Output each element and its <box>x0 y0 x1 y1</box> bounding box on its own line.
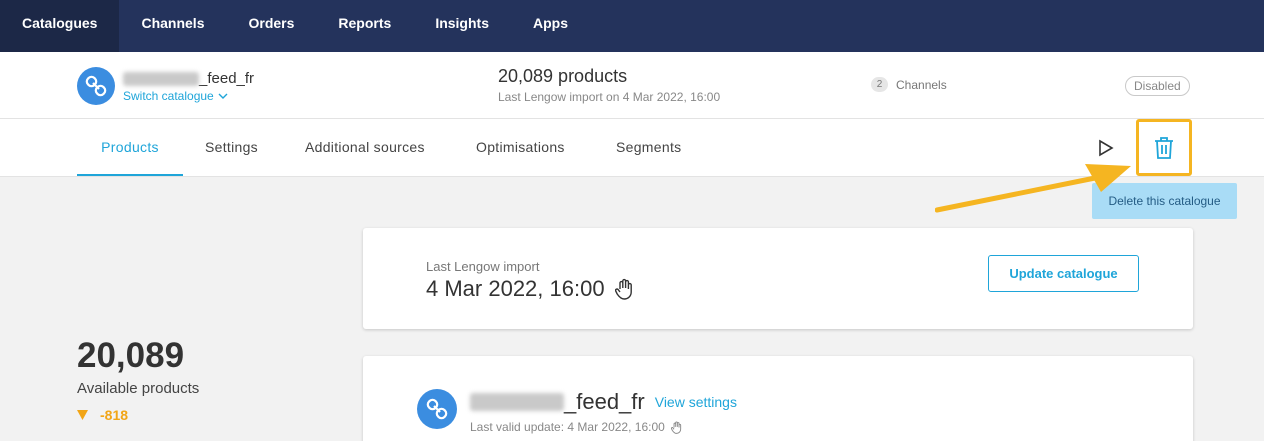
play-icon[interactable] <box>1096 138 1116 158</box>
redacted-merchant-name <box>123 71 199 86</box>
nav-catalogues[interactable]: Catalogues <box>0 0 120 52</box>
top-nav: Catalogues Channels Orders Reports Insig… <box>0 0 1264 52</box>
chevron-down-icon <box>218 93 228 99</box>
view-settings-link[interactable]: View settings <box>655 394 737 410</box>
channels-indicator[interactable]: 2 Channels <box>871 77 947 92</box>
available-count: 20,089 <box>77 336 185 375</box>
nav-insights[interactable]: Insights <box>413 0 511 52</box>
catalogue-name: _feed_fr <box>123 70 254 87</box>
switch-catalogue-label: Switch catalogue <box>123 89 214 103</box>
last-import-text: Last Lengow import on 4 Mar 2022, 16:00 <box>498 90 721 104</box>
catalogue-header: _feed_fr Switch catalogue 20,089 product… <box>0 52 1264 119</box>
tab-optimisations[interactable]: Optimisations <box>476 119 565 176</box>
available-delta: -818 <box>77 407 128 423</box>
tab-products[interactable]: Products <box>77 119 183 176</box>
hand-icon <box>670 420 681 434</box>
link-icon <box>77 67 115 105</box>
import-label: Last Lengow import <box>426 259 540 274</box>
import-card: Last Lengow import 4 Mar 2022, 16:00 Upd… <box>363 228 1193 329</box>
channels-count-badge: 2 <box>871 77 888 92</box>
status-badge: Disabled <box>1125 76 1190 96</box>
feed-last-update: Last valid update: 4 Mar 2022, 16:00 <box>470 420 683 434</box>
catalogue-name-suffix: _feed_fr <box>199 70 255 87</box>
import-date: 4 Mar 2022, 16:00 <box>426 276 605 301</box>
tab-settings[interactable]: Settings <box>205 119 258 176</box>
import-value: 4 Mar 2022, 16:00 <box>426 276 635 302</box>
switch-catalogue-link[interactable]: Switch catalogue <box>123 89 228 103</box>
nav-reports[interactable]: Reports <box>316 0 413 52</box>
hand-icon <box>614 278 632 300</box>
nav-channels[interactable]: Channels <box>119 0 226 52</box>
update-catalogue-button[interactable]: Update catalogue <box>988 255 1139 292</box>
tab-segments[interactable]: Segments <box>616 119 681 176</box>
delta-value: -818 <box>100 407 129 423</box>
nav-orders[interactable]: Orders <box>226 0 316 52</box>
link-icon <box>417 389 457 429</box>
available-label: Available products <box>77 380 200 397</box>
tab-additional-sources[interactable]: Additional sources <box>305 119 425 176</box>
feed-name: _feed_fr View settings <box>470 389 737 415</box>
feed-name-suffix: _feed_fr <box>564 389 645 414</box>
channels-label: Channels <box>896 77 947 92</box>
feed-last-update-text: Last valid update: 4 Mar 2022, 16:00 <box>470 420 665 434</box>
trash-icon[interactable] <box>1153 136 1175 160</box>
feed-card: _feed_fr View settings Last valid update… <box>363 356 1193 441</box>
triangle-down-icon <box>77 410 88 420</box>
annotation-arrow <box>935 164 1131 213</box>
redacted-merchant-name <box>470 393 564 411</box>
product-count: 20,089 products <box>498 66 628 86</box>
nav-apps[interactable]: Apps <box>511 0 590 52</box>
